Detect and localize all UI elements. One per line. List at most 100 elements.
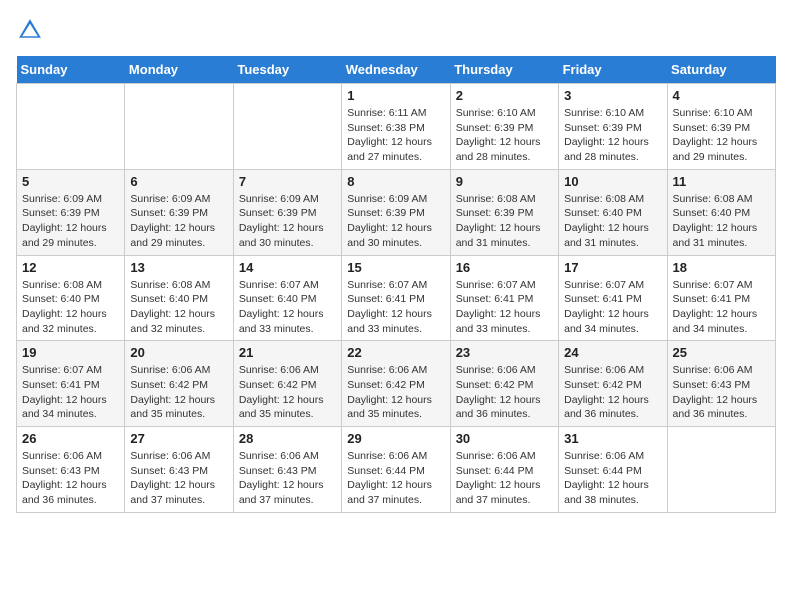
sunset-text: Sunset: 6:43 PM (22, 465, 100, 477)
daylight-text: Daylight: 12 hours and 37 minutes. (239, 479, 324, 506)
header (16, 16, 776, 44)
day-info: Sunrise: 6:06 AMSunset: 6:44 PMDaylight:… (564, 449, 661, 508)
daylight-text: Daylight: 12 hours and 38 minutes. (564, 479, 649, 506)
calendar-day-26: 26 Sunrise: 6:06 AM Sunset: 6:43 PM Dayligh… (17, 427, 125, 513)
daylight-text: Daylight: 12 hours and 29 minutes. (22, 222, 107, 249)
sunset-text: Sunset: 6:39 PM (456, 207, 534, 219)
day-info: Sunrise: 6:09 AMSunset: 6:39 PMDaylight:… (347, 192, 444, 251)
sunrise-text: Sunrise: 6:06 AM (347, 364, 427, 376)
day-info: Sunrise: 6:09 AMSunset: 6:39 PMDaylight:… (130, 192, 227, 251)
day-number: 12 (22, 260, 119, 275)
daylight-text: Daylight: 12 hours and 32 minutes. (22, 308, 107, 335)
day-number: 25 (673, 345, 770, 360)
logo (16, 16, 48, 44)
day-number: 8 (347, 174, 444, 189)
calendar-day-3: 3 Sunrise: 6:10 AMSunset: 6:39 PMDaylight… (559, 84, 667, 170)
calendar-day-9: 9Sunrise: 6:08 AMSunset: 6:39 PMDaylight… (450, 169, 558, 255)
calendar-day-29: 29Sunrise: 6:06 AMSunset: 6:44 PMDayligh… (342, 427, 450, 513)
daylight-text: Daylight: 12 hours and 29 minutes. (673, 136, 758, 163)
sunrise-text: Sunrise: 6:06 AM (22, 450, 102, 462)
sunrise-text: Sunrise: 6:10 AM (673, 107, 753, 119)
calendar-day-2: 2Sunrise: 6:10 AMSunset: 6:39 PMDaylight… (450, 84, 558, 170)
calendar-day-13: 13 Sunrise: 6:08 AMSunset: 6:40 PMDayligh… (125, 255, 233, 341)
calendar-empty-cell (233, 84, 341, 170)
day-number: 17 (564, 260, 661, 275)
day-number: 19 (22, 345, 119, 360)
sunset-text: Sunset: 6:41 PM (347, 293, 425, 305)
daylight-text: Daylight: 12 hours and 35 minutes. (347, 394, 432, 421)
daylight-text: Daylight: 12 hours and 36 minutes. (22, 479, 107, 506)
daylight-text: Daylight: 12 hours and 33 minutes. (456, 308, 541, 335)
daylight-text: Daylight: 12 hours and 34 minutes. (564, 308, 649, 335)
sunrise-text: Sunrise: 6:08 AM (130, 279, 210, 291)
calendar-day-20: 20Sunrise: 6:06 AMSunset: 6:42 PMDayligh… (125, 341, 233, 427)
day-info: Sunrise: 6:06 AM Sunset: 6:42 PM Daylight:… (239, 363, 336, 422)
calendar-day-14: 14Sunrise: 6:07 AMSunset: 6:40 PMDayligh… (233, 255, 341, 341)
daylight-text: Daylight: 12 hours and 32 minutes. (130, 308, 215, 335)
sunset-text: Sunset: 6:38 PM (347, 122, 425, 134)
day-number: 26 (22, 431, 119, 446)
sunrise-text: Sunrise: 6:07 AM (673, 279, 753, 291)
calendar-day-16: 16Sunrise: 6:07 AMSunset: 6:41 PMDayligh… (450, 255, 558, 341)
calendar-day-8: 8 Sunrise: 6:09 AMSunset: 6:39 PMDaylight… (342, 169, 450, 255)
sunset-text: Sunset: 6:42 PM (239, 379, 317, 391)
day-info: Sunrise: 6:08 AMSunset: 6:40 PMDaylight:… (130, 278, 227, 337)
day-info: Sunrise: 6:08 AMSunset: 6:40 PMDaylight:… (673, 192, 770, 251)
calendar-day-1: 1Sunrise: 6:11 AMSunset: 6:38 PMDaylight… (342, 84, 450, 170)
calendar-week-row: 1Sunrise: 6:11 AMSunset: 6:38 PMDaylight… (17, 84, 776, 170)
day-info: Sunrise: 6:06 AMSunset: 6:43 PMDaylight:… (130, 449, 227, 508)
sunrise-text: Sunrise: 6:09 AM (22, 193, 102, 205)
sunrise-text: Sunrise: 6:06 AM (239, 450, 319, 462)
calendar-day-22: 22 Sunrise: 6:06 AM Sunset: 6:42 PM Dayligh… (342, 341, 450, 427)
daylight-text: Daylight: 12 hours and 36 minutes. (673, 394, 758, 421)
day-number: 28 (239, 431, 336, 446)
calendar-week-row: 19 Sunrise: 6:07 AMSunset: 6:41 PMDayligh… (17, 341, 776, 427)
daylight-text: Daylight: 12 hours and 31 minutes. (673, 222, 758, 249)
sunrise-text: Sunrise: 6:09 AM (239, 193, 319, 205)
sunset-text: Sunset: 6:39 PM (239, 207, 317, 219)
day-info: Sunrise: 6:08 AMSunset: 6:40 PMDaylight:… (564, 192, 661, 251)
day-number: 18 (673, 260, 770, 275)
sunrise-text: Sunrise: 6:08 AM (456, 193, 536, 205)
calendar-day-23: 23Sunrise: 6:06 AMSunset: 6:42 PMDayligh… (450, 341, 558, 427)
calendar-day-18: 18Sunrise: 6:07 AMSunset: 6:41 PMDayligh… (667, 255, 775, 341)
daylight-text: Daylight: 12 hours and 28 minutes. (456, 136, 541, 163)
day-info: Sunrise: 6:09 AMSunset: 6:39 PMDaylight:… (239, 192, 336, 251)
day-header-monday: Monday (125, 56, 233, 84)
sunset-text: Sunset: 6:44 PM (347, 465, 425, 477)
calendar-day-4: 4 Sunrise: 6:10 AM Sunset: 6:39 PM Daylight… (667, 84, 775, 170)
day-number: 4 (673, 88, 770, 103)
sunrise-text: Sunrise: 6:06 AM (347, 450, 427, 462)
day-number: 3 (564, 88, 661, 103)
day-header-wednesday: Wednesday (342, 56, 450, 84)
day-info: Sunrise: 6:07 AMSunset: 6:41 PMDaylight:… (456, 278, 553, 337)
day-number: 13 (130, 260, 227, 275)
calendar-day-31: 31Sunrise: 6:06 AMSunset: 6:44 PMDayligh… (559, 427, 667, 513)
sunrise-text: Sunrise: 6:11 AM (347, 107, 426, 119)
day-info: Sunrise: 6:06 AM Sunset: 6:42 PM Daylight:… (347, 363, 444, 422)
sunrise-text: Sunrise: 6:07 AM (22, 364, 102, 376)
daylight-text: Daylight: 12 hours and 33 minutes. (347, 308, 432, 335)
day-number: 27 (130, 431, 227, 446)
day-number: 14 (239, 260, 336, 275)
sunset-text: Sunset: 6:42 PM (347, 379, 425, 391)
sunrise-text: Sunrise: 6:09 AM (347, 193, 427, 205)
sunrise-text: Sunrise: 6:06 AM (239, 364, 319, 376)
day-number: 29 (347, 431, 444, 446)
day-number: 22 (347, 345, 444, 360)
sunrise-text: Sunrise: 6:06 AM (456, 450, 536, 462)
day-number: 30 (456, 431, 553, 446)
day-header-saturday: Saturday (667, 56, 775, 84)
day-header-thursday: Thursday (450, 56, 558, 84)
day-info: Sunrise: 6:08 AMSunset: 6:40 PMDaylight:… (22, 278, 119, 337)
day-number: 10 (564, 174, 661, 189)
calendar-day-10: 10 Sunrise: 6:08 AMSunset: 6:40 PMDayligh… (559, 169, 667, 255)
day-info: Sunrise: 6:06 AMSunset: 6:43 PMDaylight:… (673, 363, 770, 422)
day-info: Sunrise: 6:10 AMSunset: 6:39 PMDaylight:… (564, 106, 661, 165)
sunset-text: Sunset: 6:39 PM (673, 122, 751, 134)
daylight-text: Daylight: 12 hours and 31 minutes. (564, 222, 649, 249)
calendar-day-15: 15Sunrise: 6:07 AMSunset: 6:41 PMDayligh… (342, 255, 450, 341)
daylight-text: Daylight: 12 hours and 35 minutes. (239, 394, 324, 421)
day-info: Sunrise: 6:07 AMSunset: 6:41 PMDaylight:… (22, 363, 119, 422)
sunset-text: Sunset: 6:39 PM (130, 207, 208, 219)
